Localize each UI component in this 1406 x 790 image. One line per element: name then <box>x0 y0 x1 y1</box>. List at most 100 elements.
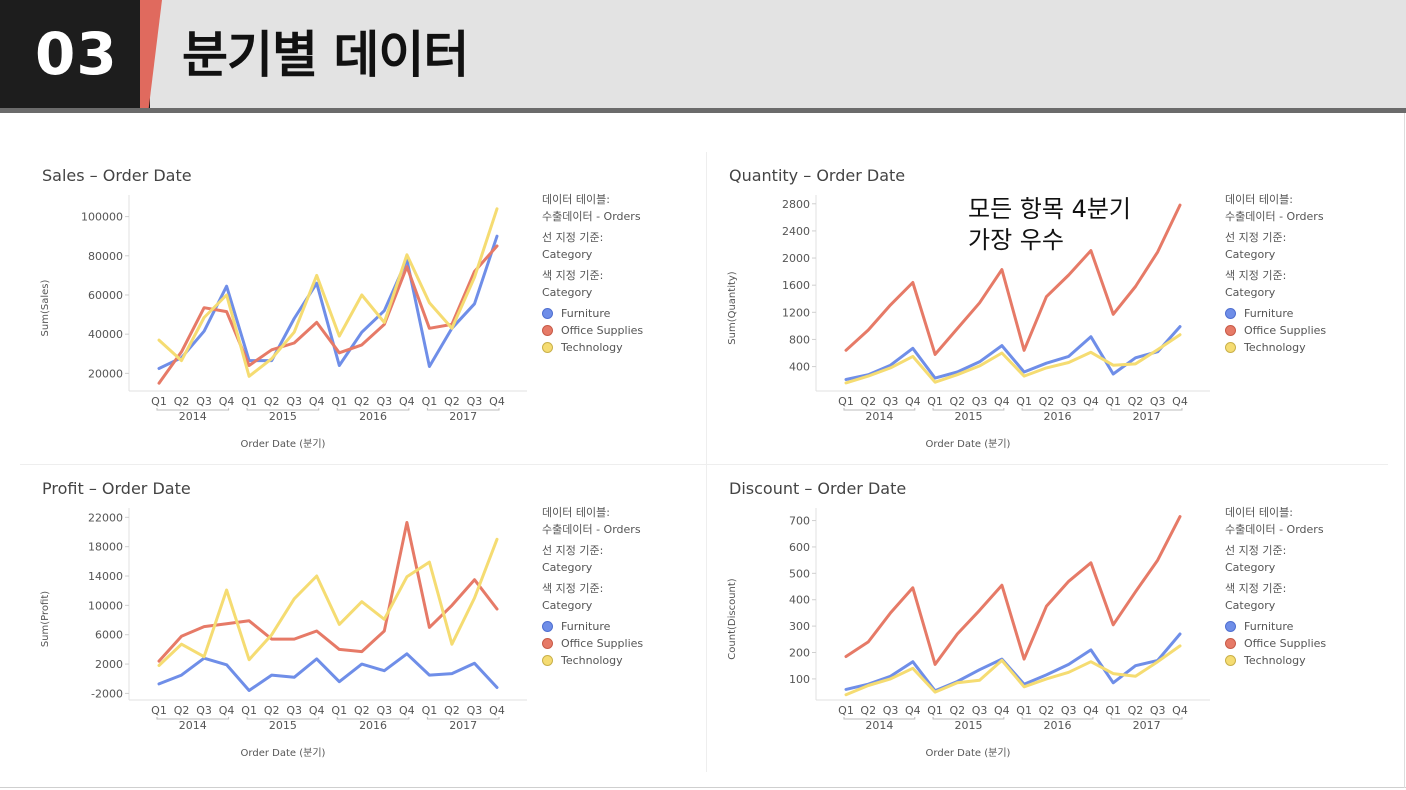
line-chart: 20000 40000 60000 80000 100000 Sum(Sales) Q1 Q2… <box>40 195 527 450</box>
x-year-label: 2016 <box>1044 410 1072 423</box>
year-bracket <box>1021 408 1094 411</box>
x-tick-label: Q4 <box>399 395 415 408</box>
legend-line-value: Category <box>1225 248 1276 261</box>
legend-color-value: Category <box>1225 599 1276 612</box>
x-tick-label: Q2 <box>174 704 190 717</box>
y-tick-label: 20000 <box>88 367 123 380</box>
legend-item: Furniture <box>542 305 643 322</box>
x-tick-label: Q1 <box>151 704 167 717</box>
x-tick-label: Q2 <box>354 704 370 717</box>
year-bracket <box>1110 408 1183 411</box>
x-tick-label: Q4 <box>399 704 415 717</box>
x-year-label: 2014 <box>865 719 893 732</box>
legend-swatch <box>542 621 553 632</box>
x-tick-label: Q4 <box>309 395 325 408</box>
legend-line-value: Category <box>542 248 593 261</box>
x-tick-label: Q4 <box>309 704 325 717</box>
legend-item-label: Furniture <box>1244 620 1294 633</box>
x-tick-label: Q1 <box>838 704 854 717</box>
x-year-label: 2016 <box>359 410 387 423</box>
legend-swatch <box>1225 342 1236 353</box>
x-tick-label: Q4 <box>219 704 235 717</box>
panel-divider-horizontal <box>20 464 1388 465</box>
x-year-label: 2017 <box>1133 410 1161 423</box>
x-tick-label: Q1 <box>1105 395 1121 408</box>
series-line-furniture <box>157 234 499 370</box>
year-bracket <box>246 717 320 720</box>
y-tick-label: 1200 <box>782 306 810 319</box>
y-tick-label: 2400 <box>782 225 810 238</box>
x-tick-label: Q4 <box>489 704 505 717</box>
x-tick-label: Q3 <box>467 704 483 717</box>
series-line-office-supplies <box>157 244 499 385</box>
x-tick-label: Q2 <box>444 704 460 717</box>
legend-line-label: 선 지정 기준: <box>542 231 604 244</box>
y-tick-label: -2000 <box>91 687 123 700</box>
x-tick-label: Q1 <box>927 395 943 408</box>
y-axis-label: Sum(Quantity) <box>727 271 738 345</box>
year-bracket <box>426 408 500 411</box>
year-bracket <box>426 717 500 720</box>
x-tick-label: Q2 <box>1039 704 1055 717</box>
x-tick-label: Q3 <box>196 395 212 408</box>
x-tick-label: Q4 <box>1083 704 1099 717</box>
legend-swatch <box>542 655 553 666</box>
x-tick-label: Q3 <box>972 704 988 717</box>
y-tick-label: 2000 <box>95 658 123 671</box>
legend-color-label: 색 지정 기준: <box>1225 269 1287 282</box>
line-chart: 100 200 300 400 500 600 700 Count(Discount) Q1 Q2… <box>727 508 1210 759</box>
legend-swatch <box>1225 638 1236 649</box>
x-tick-label: Q3 <box>196 704 212 717</box>
x-tick-label: Q1 <box>422 704 438 717</box>
legend-line-label: 선 지정 기준: <box>1225 231 1287 244</box>
y-tick-label: 600 <box>789 541 810 554</box>
year-bracket <box>1021 717 1094 720</box>
x-year-label: 2017 <box>449 719 477 732</box>
legend-item: Technology <box>542 339 643 356</box>
legend-item-label: Office Supplies <box>1244 324 1327 337</box>
legend-item: Technology <box>542 652 643 669</box>
section-number: 03 <box>35 20 118 88</box>
legend-item-label: Office Supplies <box>561 324 644 337</box>
x-tick-label: Q1 <box>838 395 854 408</box>
series-line-office-supplies <box>157 521 499 663</box>
series-line-technology <box>844 644 1182 697</box>
x-tick-label: Q4 <box>905 704 921 717</box>
x-tick-label: Q3 <box>376 704 392 717</box>
series-line-technology <box>844 333 1182 385</box>
y-axis-label: Sum(Profit) <box>40 591 51 647</box>
x-tick-label: Q1 <box>241 395 257 408</box>
legend-item-label: Furniture <box>561 307 611 320</box>
x-year-label: 2017 <box>1133 719 1161 732</box>
year-bracket <box>1110 717 1183 720</box>
legend-color-label: 색 지정 기준: <box>542 582 604 595</box>
x-tick-label: Q3 <box>1061 704 1077 717</box>
x-tick-label: Q3 <box>467 395 483 408</box>
x-year-label: 2015 <box>954 410 982 423</box>
legend-table-value: 수출데이터 - Orders <box>1225 210 1324 223</box>
legend-color-value: Category <box>542 599 593 612</box>
y-tick-label: 1600 <box>782 279 810 292</box>
x-tick-label: Q4 <box>219 395 235 408</box>
x-year-label: 2015 <box>269 410 297 423</box>
x-tick-label: Q1 <box>1016 395 1032 408</box>
chart-legend: 데이터 테이블: 수출데이터 - Orders 선 지정 기준: Category 색 … <box>542 504 643 669</box>
series-line-technology <box>157 207 499 378</box>
y-tick-label: 2800 <box>782 198 810 211</box>
legend-item: Furniture <box>542 618 643 635</box>
slide-border-right <box>1404 113 1405 788</box>
legend-line-label: 선 지정 기준: <box>1225 544 1287 557</box>
x-tick-label: Q1 <box>1105 704 1121 717</box>
year-bracket <box>932 717 1005 720</box>
x-tick-label: Q2 <box>174 395 190 408</box>
legend-item: Office Supplies <box>542 635 643 652</box>
legend-item-label: Technology <box>1244 654 1306 667</box>
legend-swatch <box>1225 308 1236 319</box>
legend-swatch <box>542 638 553 649</box>
x-year-label: 2015 <box>269 719 297 732</box>
chart-title: Quantity – Order Date <box>729 166 906 185</box>
y-tick-label: 18000 <box>88 541 123 554</box>
year-bracket <box>843 408 916 411</box>
y-axis-label: Count(Discount) <box>727 578 738 660</box>
y-tick-label: 40000 <box>88 328 123 341</box>
